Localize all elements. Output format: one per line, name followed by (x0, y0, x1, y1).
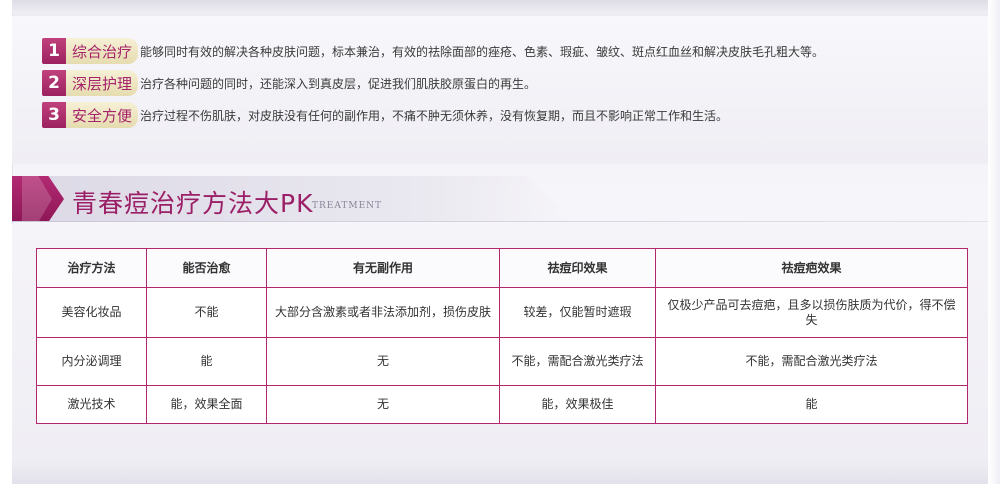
table-cell: 不能，需配合激光类疗法 (499, 337, 656, 386)
feature-title: 深层护理 (66, 70, 139, 96)
feature-title: 综合治疗 (66, 38, 139, 64)
table-cell: 较差，仅能暂时遮瑕 (499, 287, 656, 338)
table-cell: 美容化妆品 (36, 287, 147, 338)
table-row: 内分泌调理 能 无 不能，需配合激光类疗法 不能，需配合激光类疗法 (36, 337, 968, 386)
feature-number-badge: 3 (42, 102, 66, 128)
feature-number-badge: 2 (42, 70, 66, 96)
table-cell: 无 (266, 337, 500, 386)
section-header: 青春痘治疗方法大PK TREATMENT (12, 176, 988, 222)
feature-description: 治疗各种问题的同时，还能深入到真皮层，促进我们肌肤胶原蛋白的再生。 (140, 76, 537, 91)
feature-number-badge: 1 (42, 38, 66, 64)
table-cell: 能，效果全面 (146, 385, 267, 424)
feature-description: 治疗过程不伤肌肤，对皮肤没有任何的副作用，不痛不肿无须休养，没有恢复期，而且不影… (140, 108, 729, 123)
table-row: 美容化妆品 不能 大部分含激素或者非法添加剂，损伤皮肤 较差，仅能暂时遮瑕 仅极… (36, 287, 968, 338)
table-cell: 仅极少产品可去痘疤，且多以损伤肤质为代价，得不偿失 (655, 287, 968, 338)
table-cell: 激光技术 (36, 385, 147, 424)
table-cell: 无 (266, 385, 500, 424)
feature-title: 安全方便 (66, 102, 139, 128)
top-band (12, 0, 988, 14)
feature-description: 能够同时有效的解决各种皮肤问题，标本兼治，有效的祛除面部的痤疮、色素、瑕疵、皱纹… (140, 44, 825, 59)
table-cell: 能 (146, 337, 267, 386)
column-header-side-effects: 有无副作用 (266, 248, 500, 288)
bottom-band (12, 460, 988, 484)
column-header-cure: 能否治愈 (146, 248, 267, 288)
feature-item-2: 2 深层护理 治疗各种问题的同时，还能深入到真皮层，促进我们肌肤胶原蛋白的再生。 (42, 70, 536, 96)
table-cell: 内分泌调理 (36, 337, 147, 386)
feature-item-1: 1 综合治疗 能够同时有效的解决各种皮肤问题，标本兼治，有效的祛除面部的痤疮、色… (42, 38, 824, 64)
arrow-highlight (22, 176, 52, 222)
table-header-row: 治疗方法 能否治愈 有无副作用 祛痘印效果 祛痘疤效果 (36, 248, 968, 288)
column-header-method: 治疗方法 (36, 248, 147, 288)
table-cell: 大部分含激素或者非法添加剂，损伤皮肤 (266, 287, 500, 338)
table-cell: 能 (655, 385, 968, 424)
column-header-mark-removal: 祛痘印效果 (499, 248, 656, 288)
table-cell: 不能 (146, 287, 267, 338)
section-title: 青春痘治疗方法大PK (72, 189, 314, 218)
table-cell: 能，效果极佳 (499, 385, 656, 424)
comparison-table: 治疗方法 能否治愈 有无副作用 祛痘印效果 祛痘疤效果 美容化妆品 不能 大部分… (36, 248, 968, 424)
section-subtitle: TREATMENT (312, 201, 383, 211)
header-divider (12, 221, 988, 222)
table-row: 激光技术 能，效果全面 无 能，效果极佳 能 (36, 385, 968, 424)
feature-item-3: 3 安全方便 治疗过程不伤肌肤，对皮肤没有任何的副作用，不痛不肿无须休养，没有恢… (42, 102, 728, 128)
right-edge (988, 0, 1000, 484)
table-cell: 不能，需配合激光类疗法 (655, 337, 968, 386)
column-header-scar-removal: 祛痘疤效果 (655, 248, 968, 288)
